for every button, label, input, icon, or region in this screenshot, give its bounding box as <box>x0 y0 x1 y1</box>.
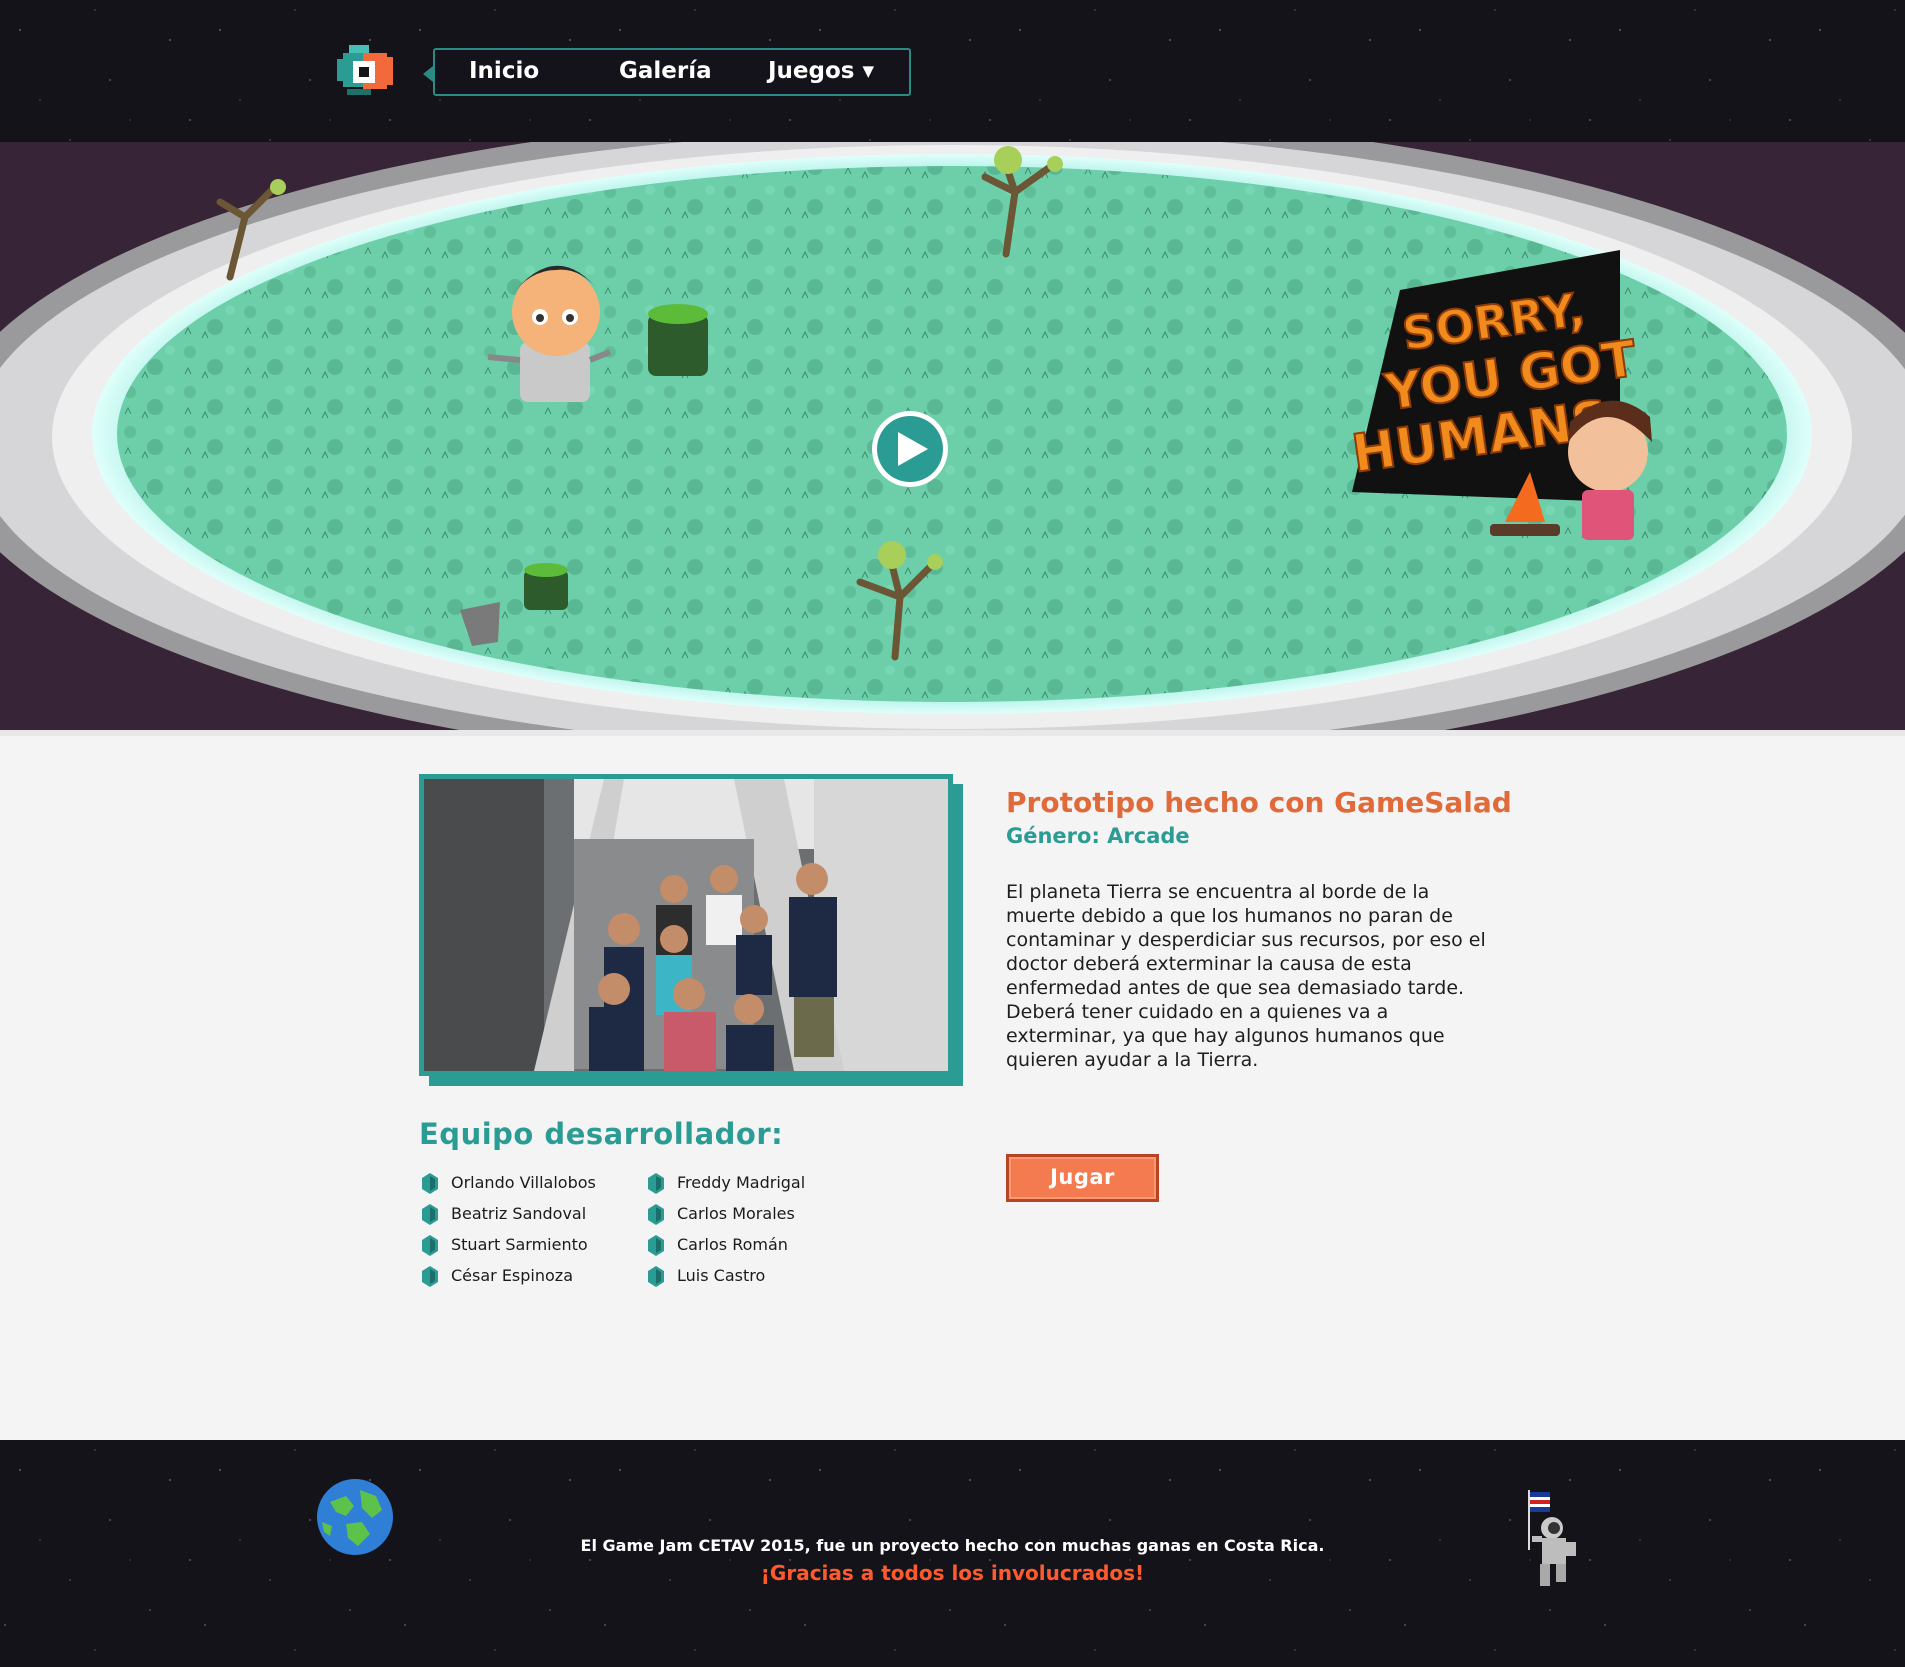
team-title: Equipo desarrollador: <box>419 1117 784 1151</box>
game-genre: Género: Arcade <box>1006 824 1190 848</box>
team-member: César Espinoza <box>419 1265 573 1287</box>
gem-icon <box>422 1235 438 1256</box>
game-title: Prototipo hecho con GameSalad <box>1006 786 1512 819</box>
nav-inicio[interactable]: Inicio <box>469 58 539 84</box>
team-member-name: Orlando Villalobos <box>451 1173 596 1192</box>
game-video[interactable]: SORRY, YOU GOT HUMANS <box>0 142 1905 736</box>
gem-icon <box>648 1266 664 1287</box>
team-member-name: Carlos Morales <box>677 1204 795 1223</box>
gem-icon <box>422 1204 438 1225</box>
gem-icon <box>648 1173 664 1194</box>
team-member-name: Stuart Sarmiento <box>451 1235 588 1254</box>
team-member-name: Freddy Madrigal <box>677 1173 806 1192</box>
team-photo-frame <box>419 774 963 1086</box>
nav-juegos-dropdown[interactable]: Juegos ▼ <box>768 58 874 84</box>
gem-icon <box>648 1204 664 1225</box>
nav-juegos-label: Juegos <box>768 58 855 84</box>
team-member: Beatriz Sandoval <box>419 1203 586 1225</box>
gem-icon <box>648 1235 664 1256</box>
team-photo <box>419 774 953 1076</box>
team-member: Luis Castro <box>645 1265 765 1287</box>
game-video-scene: SORRY, YOU GOT HUMANS <box>0 142 1905 736</box>
team-member: Stuart Sarmiento <box>419 1234 588 1256</box>
play-game-button[interactable]: Jugar <box>1006 1154 1159 1202</box>
main-nav: Inicio Galería Juegos ▼ <box>423 48 911 96</box>
team-member-name: Luis Castro <box>677 1266 766 1285</box>
gem-icon <box>422 1173 438 1194</box>
caret-down-icon: ▼ <box>862 62 875 80</box>
play-circle-icon[interactable] <box>872 411 948 487</box>
nav-galeria[interactable]: Galería <box>619 58 712 84</box>
team-member-name: Beatriz Sandoval <box>451 1204 587 1223</box>
gem-icon <box>422 1266 438 1287</box>
team-member: Carlos Morales <box>645 1203 795 1225</box>
team-member: Orlando Villalobos <box>419 1172 596 1194</box>
team-member: Carlos Román <box>645 1234 788 1256</box>
team-member-name: César Espinoza <box>451 1266 573 1285</box>
team-photo-image <box>424 779 948 1071</box>
game-description: El planeta Tierra se encuentra al borde … <box>1006 881 1486 1071</box>
site-header: Inicio Galería Juegos ▼ <box>0 0 1905 142</box>
footer-text: El Game Jam CETAV 2015, fue un proyecto … <box>580 1536 1325 1555</box>
gamejam-logo-icon[interactable] <box>333 45 395 97</box>
team-member-name: Carlos Román <box>677 1235 788 1254</box>
footer-thanks: ¡Gracias a todos los involucrados! <box>760 1561 1145 1585</box>
team-member: Freddy Madrigal <box>645 1172 805 1194</box>
